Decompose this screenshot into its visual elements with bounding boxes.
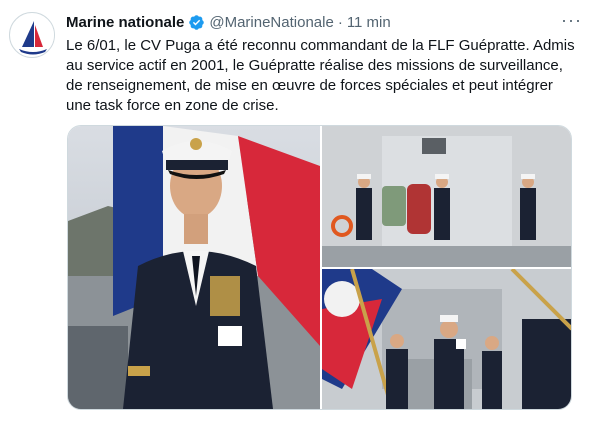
account-handle[interactable]: @MarineNationale xyxy=(209,14,333,31)
verified-badge-icon xyxy=(189,14,205,30)
tweet-text-line: une task force en zone de crise. xyxy=(66,97,279,114)
tweet-text: Le 6/01, le CV Puga a été reconnu comman… xyxy=(66,36,578,116)
tweet-text-line: de renseignement, de mise en œuvre de fo… xyxy=(66,77,553,94)
account-avatar[interactable] xyxy=(9,12,55,58)
photo-commander-portrait[interactable] xyxy=(68,126,320,409)
more-options-icon[interactable]: ··· xyxy=(561,10,582,31)
photo-ceremony-deck[interactable] xyxy=(322,126,571,267)
account-name[interactable]: Marine nationale xyxy=(66,14,184,31)
tweet-media-grid xyxy=(67,125,572,410)
tweet-text-line: Le 6/01, le CV Puga a été reconnu comman… xyxy=(66,37,575,54)
separator-dot: · xyxy=(337,13,343,31)
tweet-header: Marine nationale @MarineNationale · 11 m… xyxy=(66,10,582,32)
marine-nationale-logo-icon xyxy=(11,14,54,57)
photo-salute-flag[interactable] xyxy=(322,269,571,409)
tweet-text-line: au service actif en 2001, le Guépratte r… xyxy=(66,57,563,74)
tweet-timestamp[interactable]: 11 min xyxy=(347,14,391,31)
